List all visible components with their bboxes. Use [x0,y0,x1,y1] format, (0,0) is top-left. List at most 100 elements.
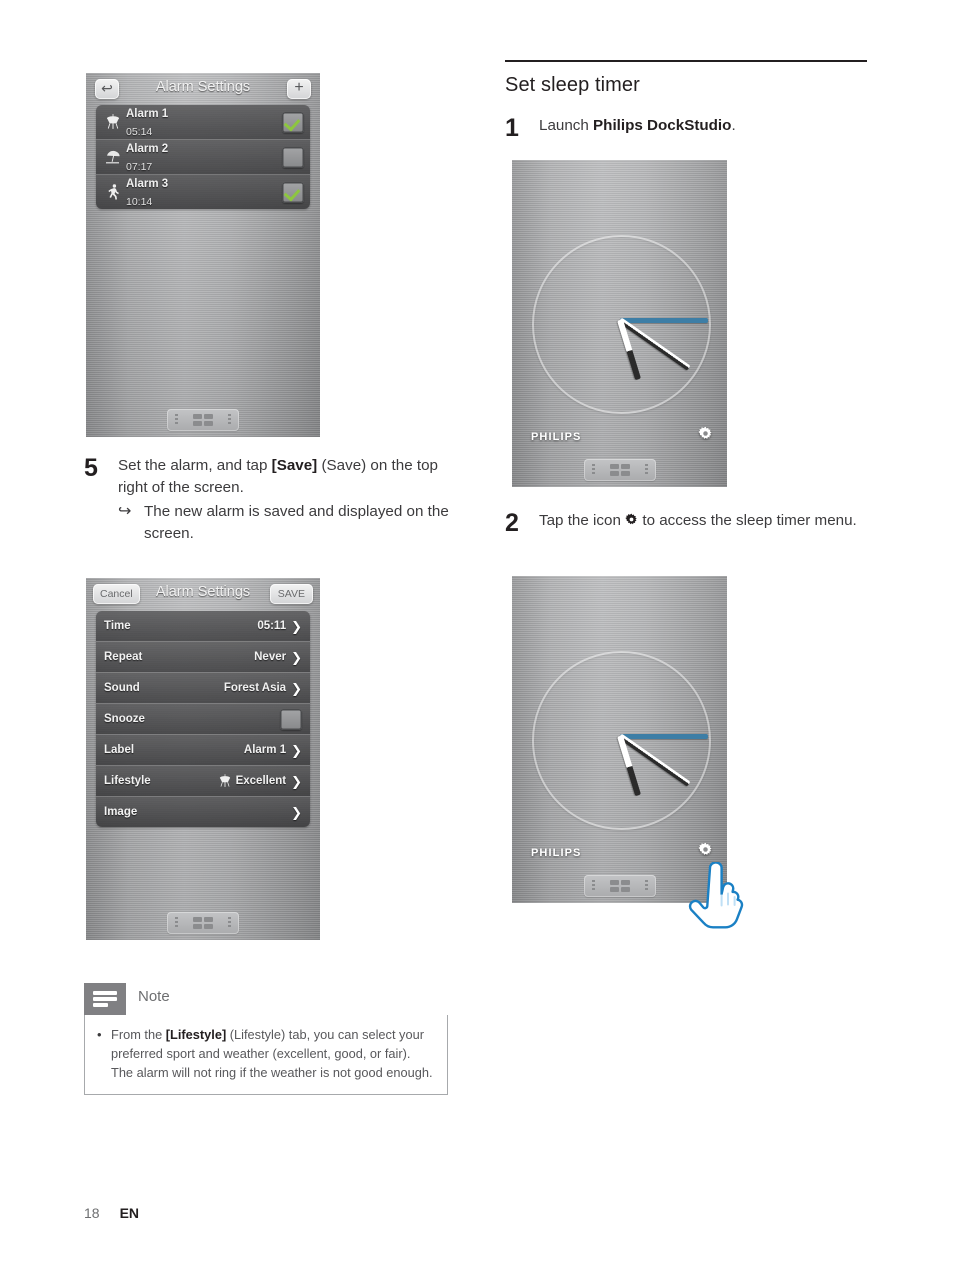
alarm-name: Alarm 1 [126,108,169,120]
dock-grid-icon [609,880,630,892]
setting-row-time[interactable]: Time 05:11 ❯ [96,611,310,642]
bbq-grill-icon [102,114,124,130]
dock-tick-right [644,464,648,476]
dock-tick-right [644,880,648,892]
note-header: Note [84,983,448,1015]
substep-arrow-icon: ↪ [118,503,132,520]
step-1: 1 Launch Philips DockStudio. [505,115,885,141]
philips-logo: PHILIPS [531,847,582,859]
screen-titlebar: Cancel Alarm Settings SAVE [86,578,320,610]
row-value: 05:11 [257,620,287,632]
gear-icon[interactable] [698,842,713,862]
dock-tick-right [228,917,231,929]
alarm-time: 05:14 [126,126,153,138]
step-text-c: to access the sleep timer menu. [638,512,857,529]
screen-title: Alarm Settings [155,79,251,95]
dock-grid-icon [193,917,213,929]
setting-row-image[interactable]: Image ❯ [96,797,310,827]
clock-second-hand [620,317,708,323]
row-value: Never [254,651,287,663]
row-label: Repeat [104,651,143,663]
alarm-enable-checkbox[interactable] [282,146,304,168]
step-text-a: Launch [539,117,594,134]
save-button[interactable]: SAVE [269,584,313,604]
setting-row-lifestyle[interactable]: Lifestyle Excellent ❯ [96,766,310,797]
snooze-checkbox[interactable] [280,708,302,730]
beach-umbrella-icon [102,149,124,165]
philips-logo: PHILIPS [531,431,582,443]
setting-row-repeat[interactable]: Repeat Never ❯ [96,642,310,673]
dock-connector-icon [167,912,239,934]
row-value: Alarm 1 [243,744,287,756]
alarm-name: Alarm 2 [126,143,169,155]
setting-row-snooze[interactable]: Snooze [96,704,310,735]
page-language: EN [119,1205,140,1221]
step-text: Tap the icon to access the sleep timer m… [539,510,885,533]
alarm-text: Alarm 2 07:17 [124,139,282,175]
clock-second-hand [620,733,708,739]
step-text-a: Set the alarm, and tap [118,457,272,474]
alarm-list-item[interactable]: Alarm 1 05:14 [96,105,310,140]
gear-icon [625,511,638,533]
save-keyword: [Save] [271,457,318,474]
dock-tick-left [175,414,178,426]
note-bullet-item: • From the [Lifestyle] (Lifestyle) tab, … [97,1025,433,1082]
add-alarm-button[interactable]: + [287,79,311,99]
page-number: 18 [84,1205,100,1221]
dock-connector-icon [583,459,656,481]
step-2: 2 Tap the icon to access the sleep timer… [505,510,885,536]
chevron-right-icon: ❯ [291,804,302,820]
note-text: From the [Lifestyle] (Lifestyle) tab, yo… [111,1025,433,1082]
alarm-enable-checkbox[interactable] [282,111,304,133]
dock-tick-left [591,880,595,892]
app-name: Philips DockStudio [593,117,732,134]
alarm-list: Alarm 1 05:14 Alarm 2 07:17 Alarm 3 10:1… [96,105,310,209]
alarm-settings-list-screenshot: ↩ Alarm Settings + Alarm 1 05:14 Alarm 2… [86,73,320,437]
manual-page: ↩ Alarm Settings + Alarm 1 05:14 Alarm 2… [0,0,954,1272]
step-number: 5 [84,454,98,482]
philips-dockstudio-clock-screenshot-1: PHILIPS [512,160,727,487]
right-column: Set sleep timer 1 Launch Philips DockStu… [505,60,885,141]
alarm-time: 07:17 [126,161,153,173]
row-value: Forest Asia [223,682,287,694]
step-substep: ↪ The new alarm is saved and displayed o… [118,501,464,545]
row-label: Sound [104,682,140,694]
philips-dockstudio-clock-screenshot-2: PHILIPS [512,576,727,903]
page-title: Set sleep timer [505,74,640,96]
alarm-list-item[interactable]: Alarm 3 10:14 [96,175,310,209]
step-text-c: . [731,117,736,134]
step-text: Set the alarm, and tap [Save] (Save) on … [118,455,464,545]
row-label: Snooze [104,713,145,725]
note-title: Note [138,988,170,1005]
bbq-grill-icon [219,774,231,788]
dock-tick-right [228,414,231,426]
row-value: Excellent [235,775,287,787]
chevron-right-icon: ❯ [291,618,302,634]
alarm-settings-rows: Time 05:11 ❯ Repeat Never ❯ Sound Forest… [96,611,310,827]
note-box: Note • From the [Lifestyle] (Lifestyle) … [84,983,448,1095]
step-text-a: Tap the icon [539,512,626,529]
section-divider [505,60,867,62]
alarm-text: Alarm 1 05:14 [124,105,282,140]
alarm-name: Alarm 3 [126,178,169,190]
step-number: 1 [505,114,519,142]
row-label: Image [104,806,138,818]
step-5: 5 Set the alarm, and tap [Save] (Save) o… [84,455,464,545]
dock-connector-icon [583,875,656,897]
step-number: 2 [505,509,519,537]
alarm-enable-checkbox[interactable] [282,181,304,203]
page-footer: 18 EN [84,1205,139,1221]
pointing-hand-cursor [687,861,749,934]
screen-titlebar: ↩ Alarm Settings + [86,73,320,105]
chevron-right-icon: ❯ [291,742,302,758]
running-person-icon [102,184,124,200]
row-label: Lifestyle [104,775,151,787]
setting-row-sound[interactable]: Sound Forest Asia ❯ [96,673,310,704]
gear-icon[interactable] [698,426,713,446]
setting-row-label[interactable]: Label Alarm 1 ❯ [96,735,310,766]
alarm-list-item[interactable]: Alarm 2 07:17 [96,140,310,175]
note-content: • From the [Lifestyle] (Lifestyle) tab, … [84,1015,448,1095]
alarm-text: Alarm 3 10:14 [124,174,282,209]
note-text-a: From the [111,1027,166,1042]
chevron-right-icon: ❯ [291,649,302,665]
